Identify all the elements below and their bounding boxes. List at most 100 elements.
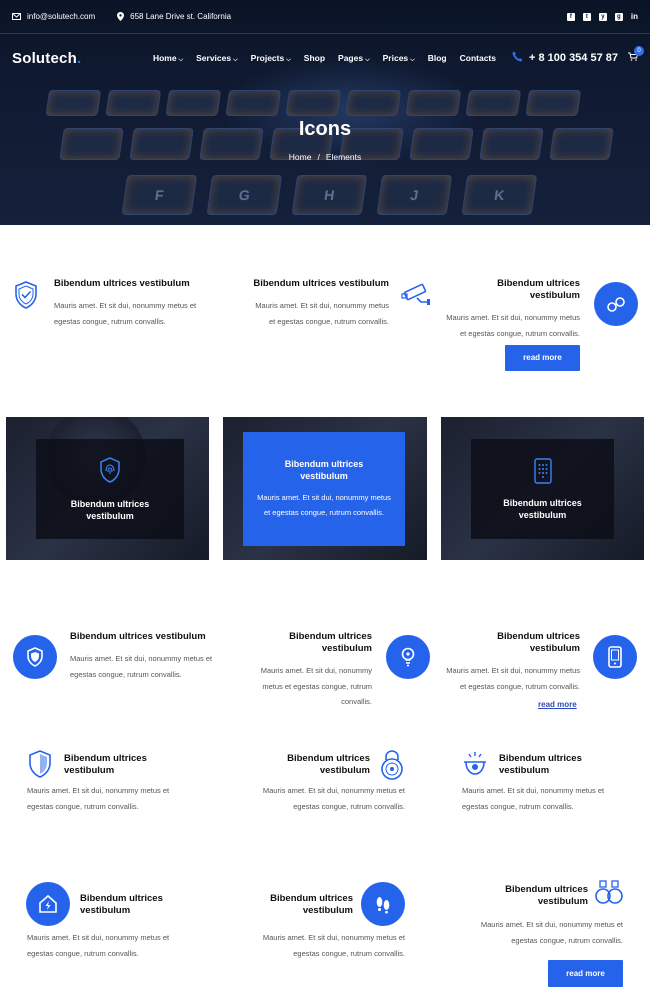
top-bar: info@solutech.com 658 Lane Drive st. Cal… xyxy=(0,0,650,34)
security-dome-icon xyxy=(461,750,489,783)
shield-circle-icon xyxy=(13,635,57,679)
feature-title: Bibendum ultrices vestibulum xyxy=(80,893,163,916)
feature-card-text: Mauris amet. Et sit dui, nonummy metus e… xyxy=(27,783,197,814)
footprints-icon xyxy=(361,882,405,926)
feature-card-text: Mauris amet. Et sit dui, nonummy metus e… xyxy=(462,783,632,814)
feature-card: Bibendum ultrices vestibulum Mauris amet… xyxy=(240,631,372,710)
feature-text: Mauris amet. Et sit dui, nonummy metus e… xyxy=(480,920,623,945)
image-card: Bibendum ultrices vestibulum xyxy=(6,417,209,560)
twitter-icon[interactable]: t xyxy=(582,12,591,21)
card-title: Bibendum ultrices vestibulum xyxy=(284,459,364,481)
nav-shop-label: Shop xyxy=(303,52,326,63)
card-overlay: Bibendum ultrices vestibulum xyxy=(36,439,184,539)
nav-menu: Home ⌵ Services ⌵ Projects ⌵ Shop Pages ⌵ Pr… xyxy=(153,53,496,64)
feature-title: Bibendum ultrices vestibulum xyxy=(64,753,147,776)
nav-projects-label: Projects xyxy=(250,52,285,63)
social-links: f t y g in xyxy=(566,12,638,21)
map-pin-icon xyxy=(117,12,125,21)
youtube-icon[interactable]: y xyxy=(598,12,607,21)
key-g: G xyxy=(206,175,283,215)
house-alarm-icon xyxy=(26,882,70,926)
feature-text: Mauris amet. Et sit dui, nonummy metus e… xyxy=(262,786,405,811)
feature-text: Mauris amet. Et sit dui, nonummy metus e… xyxy=(446,666,580,691)
feature-text: Mauris amet. Et sit dui, nonummy metus e… xyxy=(462,786,605,811)
nav-pages[interactable]: Pages ⌵ xyxy=(338,53,370,64)
facebook-icon[interactable]: f xyxy=(566,12,575,21)
top-address: 658 Lane Drive st. California xyxy=(117,12,231,21)
security-camera-icon xyxy=(401,282,431,311)
feature-card-text: Mauris amet. Et sit dui, nonummy metus e… xyxy=(453,917,623,948)
read-more-link[interactable]: read more xyxy=(538,700,577,709)
nav-home[interactable]: Home ⌵ xyxy=(153,53,183,64)
key xyxy=(405,90,462,116)
key xyxy=(225,90,282,116)
card-overlay-blue: Bibendum ultrices vestibulum Mauris amet… xyxy=(243,432,405,546)
key xyxy=(465,90,522,116)
logo-text: Solutech xyxy=(12,49,77,67)
key xyxy=(345,90,402,116)
feature-card: Bibendum ultrices vestibulum Mauris amet… xyxy=(54,278,219,329)
card-text: Mauris amet. Et sit dui, nonummy metus e… xyxy=(257,493,391,517)
feature-title: Bibendum ultrices vestibulum xyxy=(54,278,190,289)
nav-contacts[interactable]: Contacts xyxy=(460,53,496,64)
read-more-button[interactable]: read more xyxy=(505,345,580,371)
feature-title: Bibendum ultrices vestibulum xyxy=(497,278,580,301)
chevron-down-icon: ⌵ xyxy=(410,56,415,63)
read-more-button[interactable]: read more xyxy=(548,960,623,987)
nav-projects[interactable]: Projects ⌵ xyxy=(251,53,291,64)
feature-card-text: Mauris amet. Et sit dui, nonummy metus e… xyxy=(27,930,197,961)
github-icon[interactable]: g xyxy=(614,12,623,21)
lightbulb-icon xyxy=(386,635,430,679)
card-title: Bibendum ultrices vestibulum xyxy=(70,498,150,521)
key-h: H xyxy=(291,175,368,215)
fingerprint-shield-icon xyxy=(99,456,121,488)
breadcrumb-current: Elements xyxy=(325,152,362,162)
padlock-icon xyxy=(380,750,404,785)
key xyxy=(525,90,582,116)
cart-button[interactable]: 0 xyxy=(628,46,644,64)
chevron-down-icon: ⌵ xyxy=(233,56,238,63)
nav-pages-label: Pages xyxy=(338,52,364,63)
feature-text: Mauris amet. Et sit dui, nonummy metus e… xyxy=(27,786,170,811)
chevron-down-icon: ⌵ xyxy=(365,56,370,63)
main-nav: Solutech. Home ⌵ Services ⌵ Projects ⌵ Shop… xyxy=(0,40,650,76)
breadcrumb-home[interactable]: Home xyxy=(289,152,312,162)
feature-card: Bibendum ultrices vestibulum Mauris amet… xyxy=(70,631,220,682)
chevron-down-icon: ⌵ xyxy=(286,56,291,63)
keyboard-background: F G H J K xyxy=(0,70,650,225)
nav-blog[interactable]: Blog xyxy=(428,53,447,64)
mail-icon xyxy=(12,13,21,20)
phone-text: + 8 100 354 57 87 xyxy=(529,52,618,64)
nav-shop[interactable]: Shop xyxy=(304,53,325,64)
feature-title: Bibendum ultrices vestibulum xyxy=(287,753,370,776)
phone-link[interactable]: + 8 100 354 57 87 xyxy=(512,51,618,65)
handcuffs-icon xyxy=(594,282,638,326)
nav-prices-label: Prices xyxy=(382,52,409,63)
feature-title: Bibendum ultrices vestibulum xyxy=(497,631,580,654)
key-f: F xyxy=(121,175,198,215)
feature-card-title: Bibendum ultrices vestibulum xyxy=(80,893,190,917)
feature-title: Bibendum ultrices vestibulum xyxy=(505,884,588,907)
feature-text: Mauris amet. Et sit dui, nonummy metus e… xyxy=(255,301,389,326)
page-title: Icons xyxy=(298,118,352,140)
linkedin-icon[interactable]: in xyxy=(631,12,638,21)
feature-card-text: Mauris amet. Et sit dui, nonummy metus e… xyxy=(235,783,405,814)
feature-card-title: Bibendum ultrices vestibulum xyxy=(260,753,370,777)
key-k: K xyxy=(461,175,538,215)
logo-dot: . xyxy=(76,49,82,67)
key xyxy=(105,90,162,116)
nav-home-label: Home xyxy=(152,52,177,63)
site-logo[interactable]: Solutech. xyxy=(12,50,81,67)
card-overlay: Bibendum ultrices vestibulum xyxy=(471,439,614,539)
nav-contacts-label: Contacts xyxy=(459,52,496,63)
smartphone-icon xyxy=(593,635,637,679)
nav-prices[interactable]: Prices ⌵ xyxy=(383,53,415,64)
feature-card: Bibendum ultrices vestibulum Mauris amet… xyxy=(445,278,580,341)
image-card: Bibendum ultrices vestibulum xyxy=(441,417,644,560)
nav-services[interactable]: Services ⌵ xyxy=(196,53,238,64)
top-email[interactable]: info@solutech.com xyxy=(12,12,95,21)
handcuffs-icon xyxy=(594,879,624,912)
breadcrumb-separator: / xyxy=(317,152,320,162)
nav-services-label: Services xyxy=(196,52,232,63)
breadcrumb: Home / Elements xyxy=(0,152,650,162)
